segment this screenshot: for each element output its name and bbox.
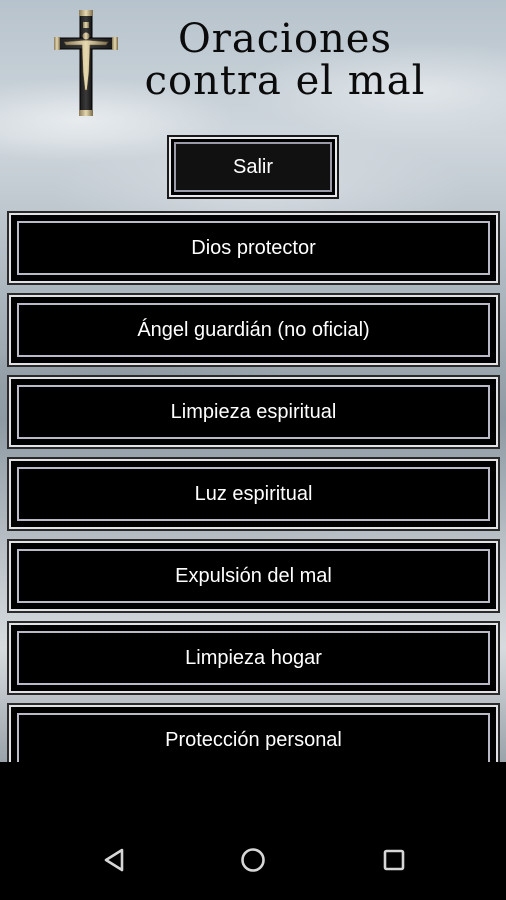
header: Oraciones contra el mal [0,0,506,130]
prayer-menu: Dios protector Ángel guardián (no oficia… [9,213,498,762]
menu-item-limpieza-hogar[interactable]: Limpieza hogar [9,623,498,693]
menu-item-dios-protector[interactable]: Dios protector [9,213,498,283]
menu-item-label: Protección personal [17,713,490,762]
title-line-1: Oraciones [178,16,392,62]
screen: Oraciones contra el mal Salir Dios prote… [0,0,506,900]
menu-item-label: Luz espiritual [17,467,490,521]
recents-square-icon [383,849,405,871]
title-line-2: contra el mal [144,58,426,104]
nav-recents-button[interactable] [372,838,416,882]
menu-item-expulsion-del-mal[interactable]: Expulsión del mal [9,541,498,611]
menu-item-limpieza-espiritual[interactable]: Limpieza espiritual [9,377,498,447]
menu-item-label: Ángel guardián (no oficial) [17,303,490,357]
crucifix-icon [54,10,118,116]
menu-item-angel-guardian[interactable]: Ángel guardián (no oficial) [9,295,498,365]
back-triangle-icon [104,848,124,872]
menu-item-label: Limpieza hogar [17,631,490,685]
menu-item-label: Dios protector [17,221,490,275]
menu-item-label: Limpieza espiritual [17,385,490,439]
app-content: Oraciones contra el mal Salir Dios prote… [0,0,506,762]
menu-item-label: Expulsión del mal [17,549,490,603]
nav-home-button[interactable] [231,838,275,882]
nav-back-button[interactable] [92,838,136,882]
home-circle-icon [241,848,265,872]
menu-item-proteccion-personal[interactable]: Protección personal [9,705,498,762]
page-title: Oraciones contra el mal [130,18,440,102]
exit-button[interactable]: Salir [169,137,337,197]
menu-item-luz-espiritual[interactable]: Luz espiritual [9,459,498,529]
